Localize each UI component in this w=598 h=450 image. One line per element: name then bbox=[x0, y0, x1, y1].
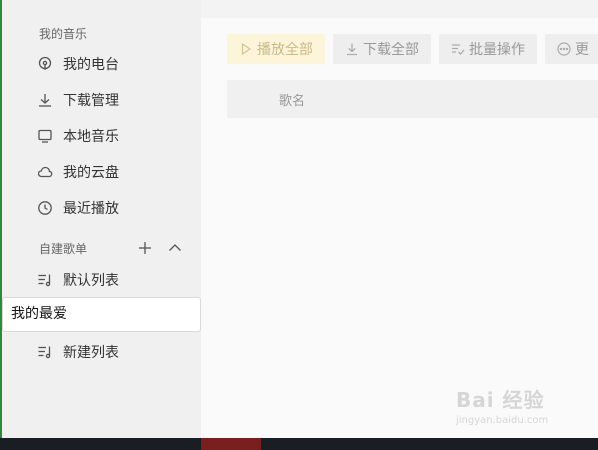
playlist-icon bbox=[37, 272, 53, 288]
download-all-label: 下载全部 bbox=[363, 42, 419, 58]
column-song-name[interactable]: 歌名 bbox=[279, 90, 305, 109]
main-panel: 播放全部 下载全部 批量操作 更 歌名 bbox=[201, 0, 598, 438]
radio-icon bbox=[37, 56, 53, 72]
download-icon bbox=[37, 92, 53, 108]
watermark-brand: Bai 经验 bbox=[456, 388, 545, 412]
taskbar-app-thumbnail[interactable] bbox=[201, 438, 261, 450]
play-icon bbox=[241, 42, 252, 56]
play-all-label: 播放全部 bbox=[257, 42, 313, 58]
sidebar-item-local-music[interactable]: 本地音乐 bbox=[2, 120, 201, 152]
watermark-url: jingyan.baidu.com bbox=[456, 415, 549, 426]
sidebar-item-label: 我的电台 bbox=[63, 57, 119, 73]
sidebar-item-label: 下载管理 bbox=[63, 93, 119, 109]
cloud-icon bbox=[37, 164, 53, 180]
section-title-my-music: 我的音乐 bbox=[39, 27, 88, 41]
sidebar-item-default-list[interactable]: 默认列表 bbox=[2, 264, 201, 296]
more-icon bbox=[557, 42, 571, 56]
sidebar-item-downloads[interactable]: 下载管理 bbox=[2, 84, 201, 116]
sidebar-item-label: 本地音乐 bbox=[63, 129, 119, 145]
baidu-jingyan-watermark: Bai 经验 jingyan.baidu.com bbox=[456, 384, 568, 440]
playlist-name-input[interactable]: 我的最爱 bbox=[2, 297, 201, 332]
sidebar-item-radio[interactable]: 我的电台 bbox=[2, 48, 201, 80]
sidebar-item-new-list[interactable]: 新建列表 bbox=[2, 336, 201, 368]
batch-operation-label: 批量操作 bbox=[469, 42, 525, 58]
sidebar: 我的音乐 我的电台 下载管理 本地音乐 我的云盘 最近播放 自建歌单 默认列表 … bbox=[2, 0, 201, 438]
sidebar-item-label: 新建列表 bbox=[63, 345, 119, 361]
taskbar bbox=[0, 438, 598, 450]
more-button[interactable]: 更 bbox=[545, 34, 598, 64]
playlist-icon bbox=[37, 344, 53, 360]
action-toolbar: 播放全部 下载全部 批量操作 更 bbox=[227, 34, 598, 64]
sidebar-item-recent[interactable]: 最近播放 bbox=[2, 192, 201, 224]
chevron-up-icon[interactable] bbox=[167, 240, 183, 256]
more-label: 更 bbox=[575, 42, 589, 58]
plus-icon[interactable] bbox=[137, 240, 153, 256]
monitor-icon bbox=[37, 128, 53, 144]
clock-icon bbox=[37, 200, 53, 216]
top-bar bbox=[201, 0, 598, 18]
sidebar-item-label: 默认列表 bbox=[63, 273, 119, 289]
sidebar-item-label: 我的云盘 bbox=[63, 165, 119, 181]
batch-list-icon bbox=[452, 44, 465, 55]
section-title-playlists: 自建歌单 bbox=[39, 242, 88, 256]
sidebar-item-label: 最近播放 bbox=[63, 201, 119, 217]
batch-operation-button[interactable]: 批量操作 bbox=[439, 34, 537, 64]
song-table-header: 歌名 bbox=[227, 80, 598, 118]
download-all-button[interactable]: 下载全部 bbox=[333, 34, 431, 64]
download-icon bbox=[347, 43, 357, 56]
play-all-button[interactable]: 播放全部 bbox=[227, 34, 325, 64]
playlist-header-actions bbox=[137, 240, 183, 256]
sidebar-item-cloud[interactable]: 我的云盘 bbox=[2, 156, 201, 188]
